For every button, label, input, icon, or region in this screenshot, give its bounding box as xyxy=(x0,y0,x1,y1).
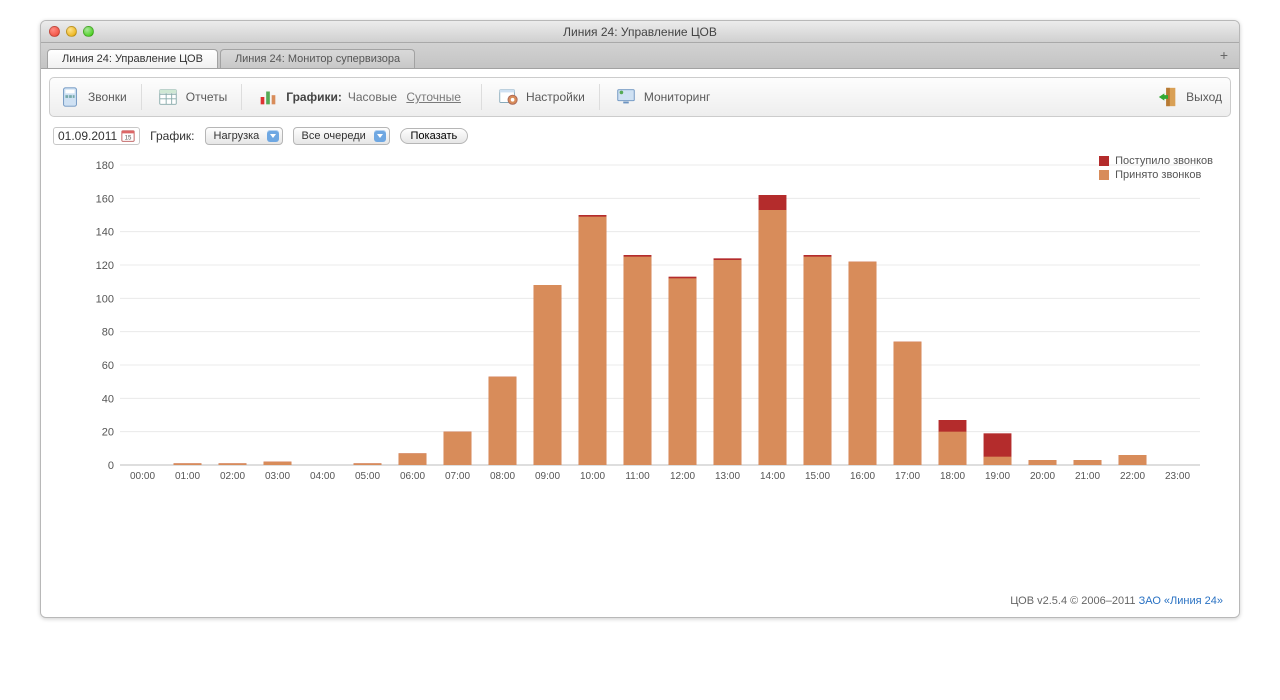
main-toolbar: Звонки Отчеты Графики: Часовые Суточные xyxy=(49,77,1231,117)
svg-text:180: 180 xyxy=(96,160,114,172)
date-picker[interactable]: 01.09.2011 15 xyxy=(53,127,140,145)
bar-chart-icon xyxy=(256,85,280,109)
calendar-icon: 15 xyxy=(121,129,135,143)
svg-text:22:00: 22:00 xyxy=(1120,471,1145,482)
svg-text:21:00: 21:00 xyxy=(1075,471,1100,482)
svg-text:0: 0 xyxy=(108,460,114,472)
tab-strip: Линия 24: Управление ЦОВ Линия 24: Монит… xyxy=(41,43,1239,69)
filter-bar: 01.09.2011 15 График: Нагрузка Все очере… xyxy=(49,117,1231,149)
svg-text:15: 15 xyxy=(125,135,132,142)
tab-supervisor[interactable]: Линия 24: Монитор супервизора xyxy=(220,49,415,68)
date-value: 01.09.2011 xyxy=(58,129,117,143)
svg-text:13:00: 13:00 xyxy=(715,471,740,482)
tb-label: Графики: xyxy=(286,90,342,104)
app-window: Линия 24: Управление ЦОВ Линия 24: Управ… xyxy=(40,20,1240,618)
svg-text:20:00: 20:00 xyxy=(1030,471,1055,482)
new-tab-button[interactable]: + xyxy=(1215,47,1233,65)
tb-label: Отчеты xyxy=(186,90,227,104)
legend-label-answered: Принято звонков xyxy=(1115,169,1201,181)
toolbar-separator xyxy=(241,84,242,110)
toolbar-separator xyxy=(599,84,600,110)
chart-legend: Поступило звонков Принято звонков xyxy=(1099,155,1213,183)
svg-text:05:00: 05:00 xyxy=(355,471,380,482)
svg-text:23:00: 23:00 xyxy=(1165,471,1190,482)
svg-text:80: 80 xyxy=(102,327,114,339)
tb-item-settings[interactable]: Настройки xyxy=(496,85,585,109)
tab-management[interactable]: Линия 24: Управление ЦОВ xyxy=(47,49,218,68)
svg-text:04:00: 04:00 xyxy=(310,471,335,482)
charts-sublinks: Часовые Суточные xyxy=(348,90,467,104)
svg-text:07:00: 07:00 xyxy=(445,471,470,482)
toolbar-separator xyxy=(141,84,142,110)
toolbar-separator xyxy=(481,84,482,110)
svg-text:40: 40 xyxy=(102,393,114,405)
link-daily[interactable]: Суточные xyxy=(406,90,461,104)
svg-text:100: 100 xyxy=(96,293,114,305)
tb-label: Настройки xyxy=(526,90,585,104)
exit-icon xyxy=(1156,85,1180,109)
svg-text:17:00: 17:00 xyxy=(895,471,920,482)
svg-text:09:00: 09:00 xyxy=(535,471,560,482)
queue-select[interactable]: Все очереди xyxy=(293,127,390,145)
svg-text:03:00: 03:00 xyxy=(265,471,290,482)
svg-text:01:00: 01:00 xyxy=(175,471,200,482)
tb-item-monitoring[interactable]: Мониторинг xyxy=(614,85,711,109)
footer-link[interactable]: ЗАО «Линия 24» xyxy=(1139,595,1223,607)
svg-text:11:00: 11:00 xyxy=(625,471,650,482)
settings-icon xyxy=(496,85,520,109)
svg-text:140: 140 xyxy=(96,227,114,239)
svg-text:06:00: 06:00 xyxy=(400,471,425,482)
svg-text:12:00: 12:00 xyxy=(670,471,695,482)
chart-type-select[interactable]: Нагрузка xyxy=(205,127,283,145)
svg-text:60: 60 xyxy=(102,360,114,372)
svg-text:20: 20 xyxy=(102,427,114,439)
table-icon xyxy=(156,85,180,109)
footer-text: ЦОВ v2.5.4 © 2006–2011 xyxy=(1010,595,1138,607)
chart-area: Поступило звонков Принято звонков 0 20 40 6… xyxy=(49,155,1231,495)
page-content: Звонки Отчеты Графики: Часовые Суточные xyxy=(41,69,1239,617)
tb-item-charts: Графики: Часовые Суточные xyxy=(256,85,467,109)
link-hourly[interactable]: Часовые xyxy=(348,90,397,104)
svg-text:18:00: 18:00 xyxy=(940,471,965,482)
legend-swatch-received xyxy=(1099,156,1109,166)
tb-label: Мониторинг xyxy=(644,90,711,104)
monitor-icon xyxy=(614,85,638,109)
svg-text:14:00: 14:00 xyxy=(760,471,785,482)
svg-text:00:00: 00:00 xyxy=(130,471,155,482)
bar-chart: 0 20 40 60 80 100 120 140 160 180 00:00 01:00 02:00 0… xyxy=(49,155,1231,495)
legend-swatch-answered xyxy=(1099,170,1109,180)
tb-item-reports[interactable]: Отчеты xyxy=(156,85,227,109)
legend-label-received: Поступило звонков xyxy=(1115,155,1213,167)
svg-text:10:00: 10:00 xyxy=(580,471,605,482)
show-button[interactable]: Показать xyxy=(400,128,469,144)
svg-text:160: 160 xyxy=(96,193,114,205)
svg-text:15:00: 15:00 xyxy=(805,471,830,482)
page-footer: ЦОВ v2.5.4 © 2006–2011 ЗАО «Линия 24» xyxy=(49,495,1231,611)
mac-titlebar: Линия 24: Управление ЦОВ xyxy=(41,21,1239,43)
window-title: Линия 24: Управление ЦОВ xyxy=(41,25,1239,39)
svg-text:16:00: 16:00 xyxy=(850,471,875,482)
filter-label: График: xyxy=(150,129,194,143)
tb-item-exit[interactable]: Выход xyxy=(1156,85,1222,109)
svg-text:120: 120 xyxy=(96,260,114,272)
tb-item-calls[interactable]: Звонки xyxy=(58,85,127,109)
tb-label: Звонки xyxy=(88,90,127,104)
tb-label: Выход xyxy=(1186,90,1222,104)
svg-text:19:00: 19:00 xyxy=(985,471,1010,482)
svg-text:08:00: 08:00 xyxy=(490,471,515,482)
phone-icon xyxy=(58,85,82,109)
svg-text:02:00: 02:00 xyxy=(220,471,245,482)
